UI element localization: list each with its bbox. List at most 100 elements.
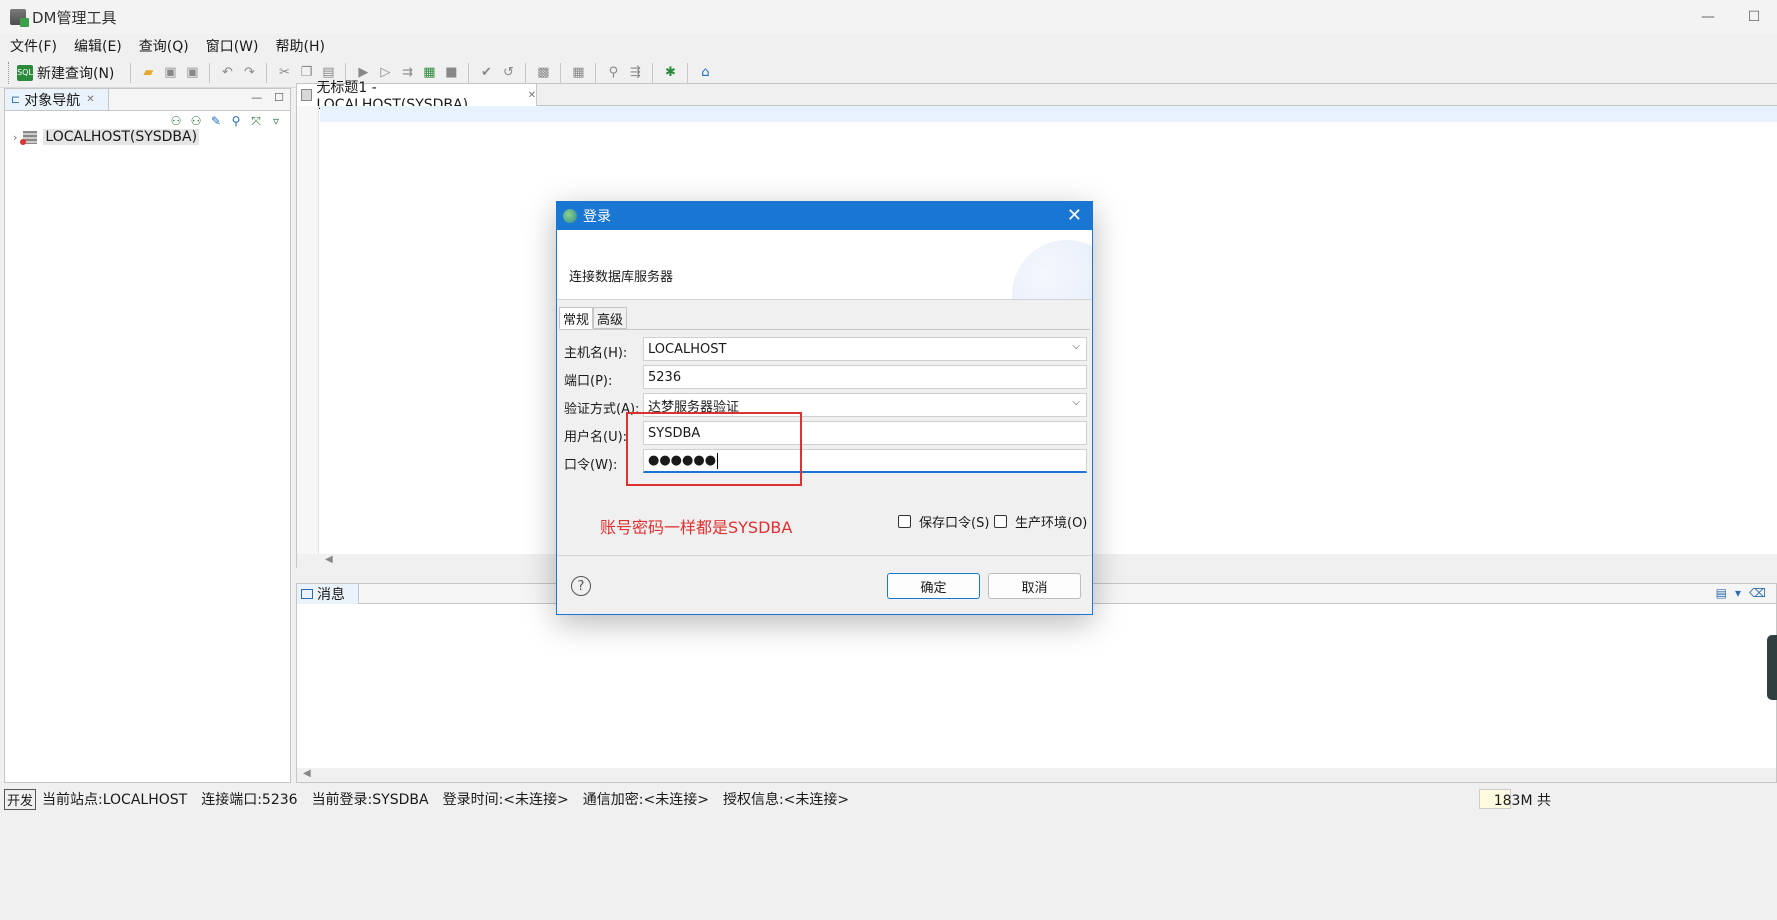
- save-password-label: 保存口令(S): [919, 516, 990, 531]
- save-icon[interactable]: ▣: [162, 65, 178, 81]
- dialog-form: 主机名(H): LOCALHOST ⌵ 端口(P): 5236 验证方式(A):…: [559, 329, 1090, 555]
- grid-icon[interactable]: ▦: [570, 65, 586, 81]
- close-icon[interactable]: ✕: [528, 90, 536, 101]
- annotation-highlight-box: [626, 412, 802, 486]
- status-login-time: 登录时间:<未连接>: [442, 792, 569, 808]
- messages-icon: [301, 589, 313, 599]
- explain-icon[interactable]: ▩: [535, 65, 551, 81]
- horizontal-scrollbar[interactable]: ◀: [297, 768, 1776, 782]
- status-site: 当前站点:LOCALHOST: [42, 792, 188, 808]
- home-icon[interactable]: ⌂: [697, 65, 713, 81]
- close-icon[interactable]: ✕: [86, 94, 94, 105]
- production-env-label: 生产环境(O): [1015, 516, 1088, 531]
- toolbar-separator: [130, 62, 132, 83]
- redo-icon[interactable]: ↷: [241, 65, 257, 81]
- checkbox-box[interactable]: [994, 515, 1007, 528]
- view-menu-icon[interactable]: ▿: [268, 113, 284, 129]
- new-query-button[interactable]: SQL 新建查询(N): [17, 63, 114, 83]
- status-license: 授权信息:<未连接>: [722, 792, 850, 808]
- close-icon[interactable]: ✕: [1067, 205, 1082, 226]
- tab-messages[interactable]: 消息: [297, 584, 359, 604]
- editor-text-area[interactable]: [320, 106, 1777, 122]
- maximize-button[interactable]: ☐: [1731, 0, 1777, 34]
- trace-icon[interactable]: ⇶: [627, 65, 643, 81]
- line-gutter: [297, 106, 319, 554]
- status-memory: 183M 共: [1493, 793, 1551, 809]
- dm-logo-icon: [563, 209, 577, 223]
- sql-icon: SQL: [17, 64, 33, 81]
- toolbar-separator: [525, 62, 527, 83]
- help-icon[interactable]: ?: [571, 576, 591, 596]
- tab-general[interactable]: 常规: [559, 307, 594, 329]
- host-label: 主机名(H):: [564, 346, 628, 361]
- port-value: 5236: [648, 369, 682, 385]
- tab-advanced[interactable]: 高级: [593, 307, 628, 329]
- menu-window[interactable]: 窗口(W): [206, 36, 259, 56]
- checkbox-box[interactable]: [898, 515, 911, 528]
- toolbar-separator: [652, 62, 654, 83]
- status-bar: 开发 当前站点:LOCALHOST 连接端口:5236 当前登录:SYSDBA …: [0, 787, 1777, 811]
- edit-icon[interactable]: ✎: [208, 113, 224, 129]
- menu-file[interactable]: 文件(F): [10, 36, 57, 56]
- tree-item-label: LOCALHOST(SYSDBA): [43, 129, 200, 145]
- object-navigator-panel: ⊏ 对象导航 ✕ — ☐ ⚇ ⚇ ✎ ⚲ ⤧ ▿ › LOCALHOST(SYS…: [4, 88, 291, 783]
- sql-file-icon: [301, 89, 313, 101]
- connect-icon[interactable]: ⚇: [168, 113, 184, 129]
- dialog-subtitle: 连接数据库服务器: [569, 270, 674, 285]
- navigator-toolbar: ⚇ ⚇ ✎ ⚲ ⤧ ▿: [168, 113, 284, 129]
- tab-object-navigator[interactable]: ⊏ 对象导航 ✕: [5, 89, 109, 111]
- menu-help[interactable]: 帮助(H): [276, 36, 325, 56]
- toolbar-separator: [560, 62, 562, 83]
- dialog-divider: [557, 555, 1092, 556]
- status-encryption: 通信加密:<未连接>: [582, 792, 709, 808]
- banner-decoration: [1012, 240, 1092, 299]
- window-titlebar: DM管理工具 — ☐: [0, 0, 1777, 34]
- panel-minimize-icon[interactable]: —: [251, 91, 262, 104]
- panel-maximize-icon[interactable]: ☐: [274, 91, 284, 104]
- tree-item-localhost[interactable]: › LOCALHOST(SYSDBA): [13, 129, 200, 145]
- cancel-button[interactable]: 取消: [988, 573, 1081, 599]
- side-widget[interactable]: [1767, 635, 1777, 700]
- status-port: 连接端口:5236: [201, 792, 298, 808]
- view-icon[interactable]: ▤: [1716, 586, 1727, 600]
- database-icon: [20, 130, 38, 145]
- undo-icon[interactable]: ↶: [219, 65, 235, 81]
- cut-icon[interactable]: ✂: [276, 65, 292, 81]
- save-all-icon[interactable]: ▣: [184, 65, 200, 81]
- debug-bug-icon[interactable]: ✱: [662, 65, 678, 81]
- collapse-all-icon[interactable]: ⤧: [248, 113, 264, 129]
- menu-query[interactable]: 查询(Q): [139, 36, 189, 56]
- port-label: 端口(P):: [564, 374, 613, 389]
- status-login: 当前登录:SYSDBA: [311, 792, 429, 808]
- dropdown-icon[interactable]: ▾: [1735, 586, 1741, 600]
- port-field[interactable]: 5236: [643, 365, 1087, 389]
- chevron-down-icon[interactable]: ⌵: [1072, 341, 1080, 352]
- menu-edit[interactable]: 编辑(E): [74, 36, 122, 56]
- username-label: 用户名(U):: [564, 430, 628, 445]
- tab-label: 对象导航: [24, 92, 81, 109]
- copy-icon[interactable]: ❐: [298, 65, 314, 81]
- production-env-checkbox[interactable]: 生产环境(O): [994, 512, 1087, 531]
- toolbar-separator: [595, 62, 597, 83]
- disconnect-icon[interactable]: ⚇: [188, 113, 204, 129]
- ok-button[interactable]: 确定: [887, 573, 980, 599]
- tab-editor[interactable]: 无标题1 - LOCALHOST(SYSDBA) ✕: [297, 80, 537, 113]
- host-select[interactable]: LOCALHOST ⌵: [643, 337, 1087, 361]
- mode-badge: 开发: [4, 788, 37, 810]
- new-query-label: 新建查询(N): [37, 65, 115, 82]
- navigator-icon: ⊏: [11, 93, 21, 106]
- menu-bar: 文件(F) 编辑(E) 查询(Q) 窗口(W) 帮助(H): [0, 34, 1777, 58]
- minimize-button[interactable]: —: [1685, 0, 1731, 34]
- dialog-tabs: 常规 高级: [559, 307, 628, 329]
- chevron-right-icon[interactable]: ›: [13, 131, 17, 144]
- search-icon[interactable]: ⚲: [228, 113, 244, 129]
- toolbar-separator: [687, 62, 689, 83]
- app-logo-icon: [10, 9, 29, 27]
- clear-icon[interactable]: ⌫: [1749, 586, 1766, 600]
- messages-tab-label: 消息: [317, 587, 345, 603]
- open-folder-icon[interactable]: ▰: [140, 65, 156, 81]
- chevron-down-icon[interactable]: ⌵: [1072, 397, 1080, 408]
- format-icon[interactable]: ⚲: [605, 65, 621, 81]
- toolbar-grip: [8, 61, 11, 84]
- save-password-checkbox[interactable]: 保存口令(S): [898, 512, 989, 531]
